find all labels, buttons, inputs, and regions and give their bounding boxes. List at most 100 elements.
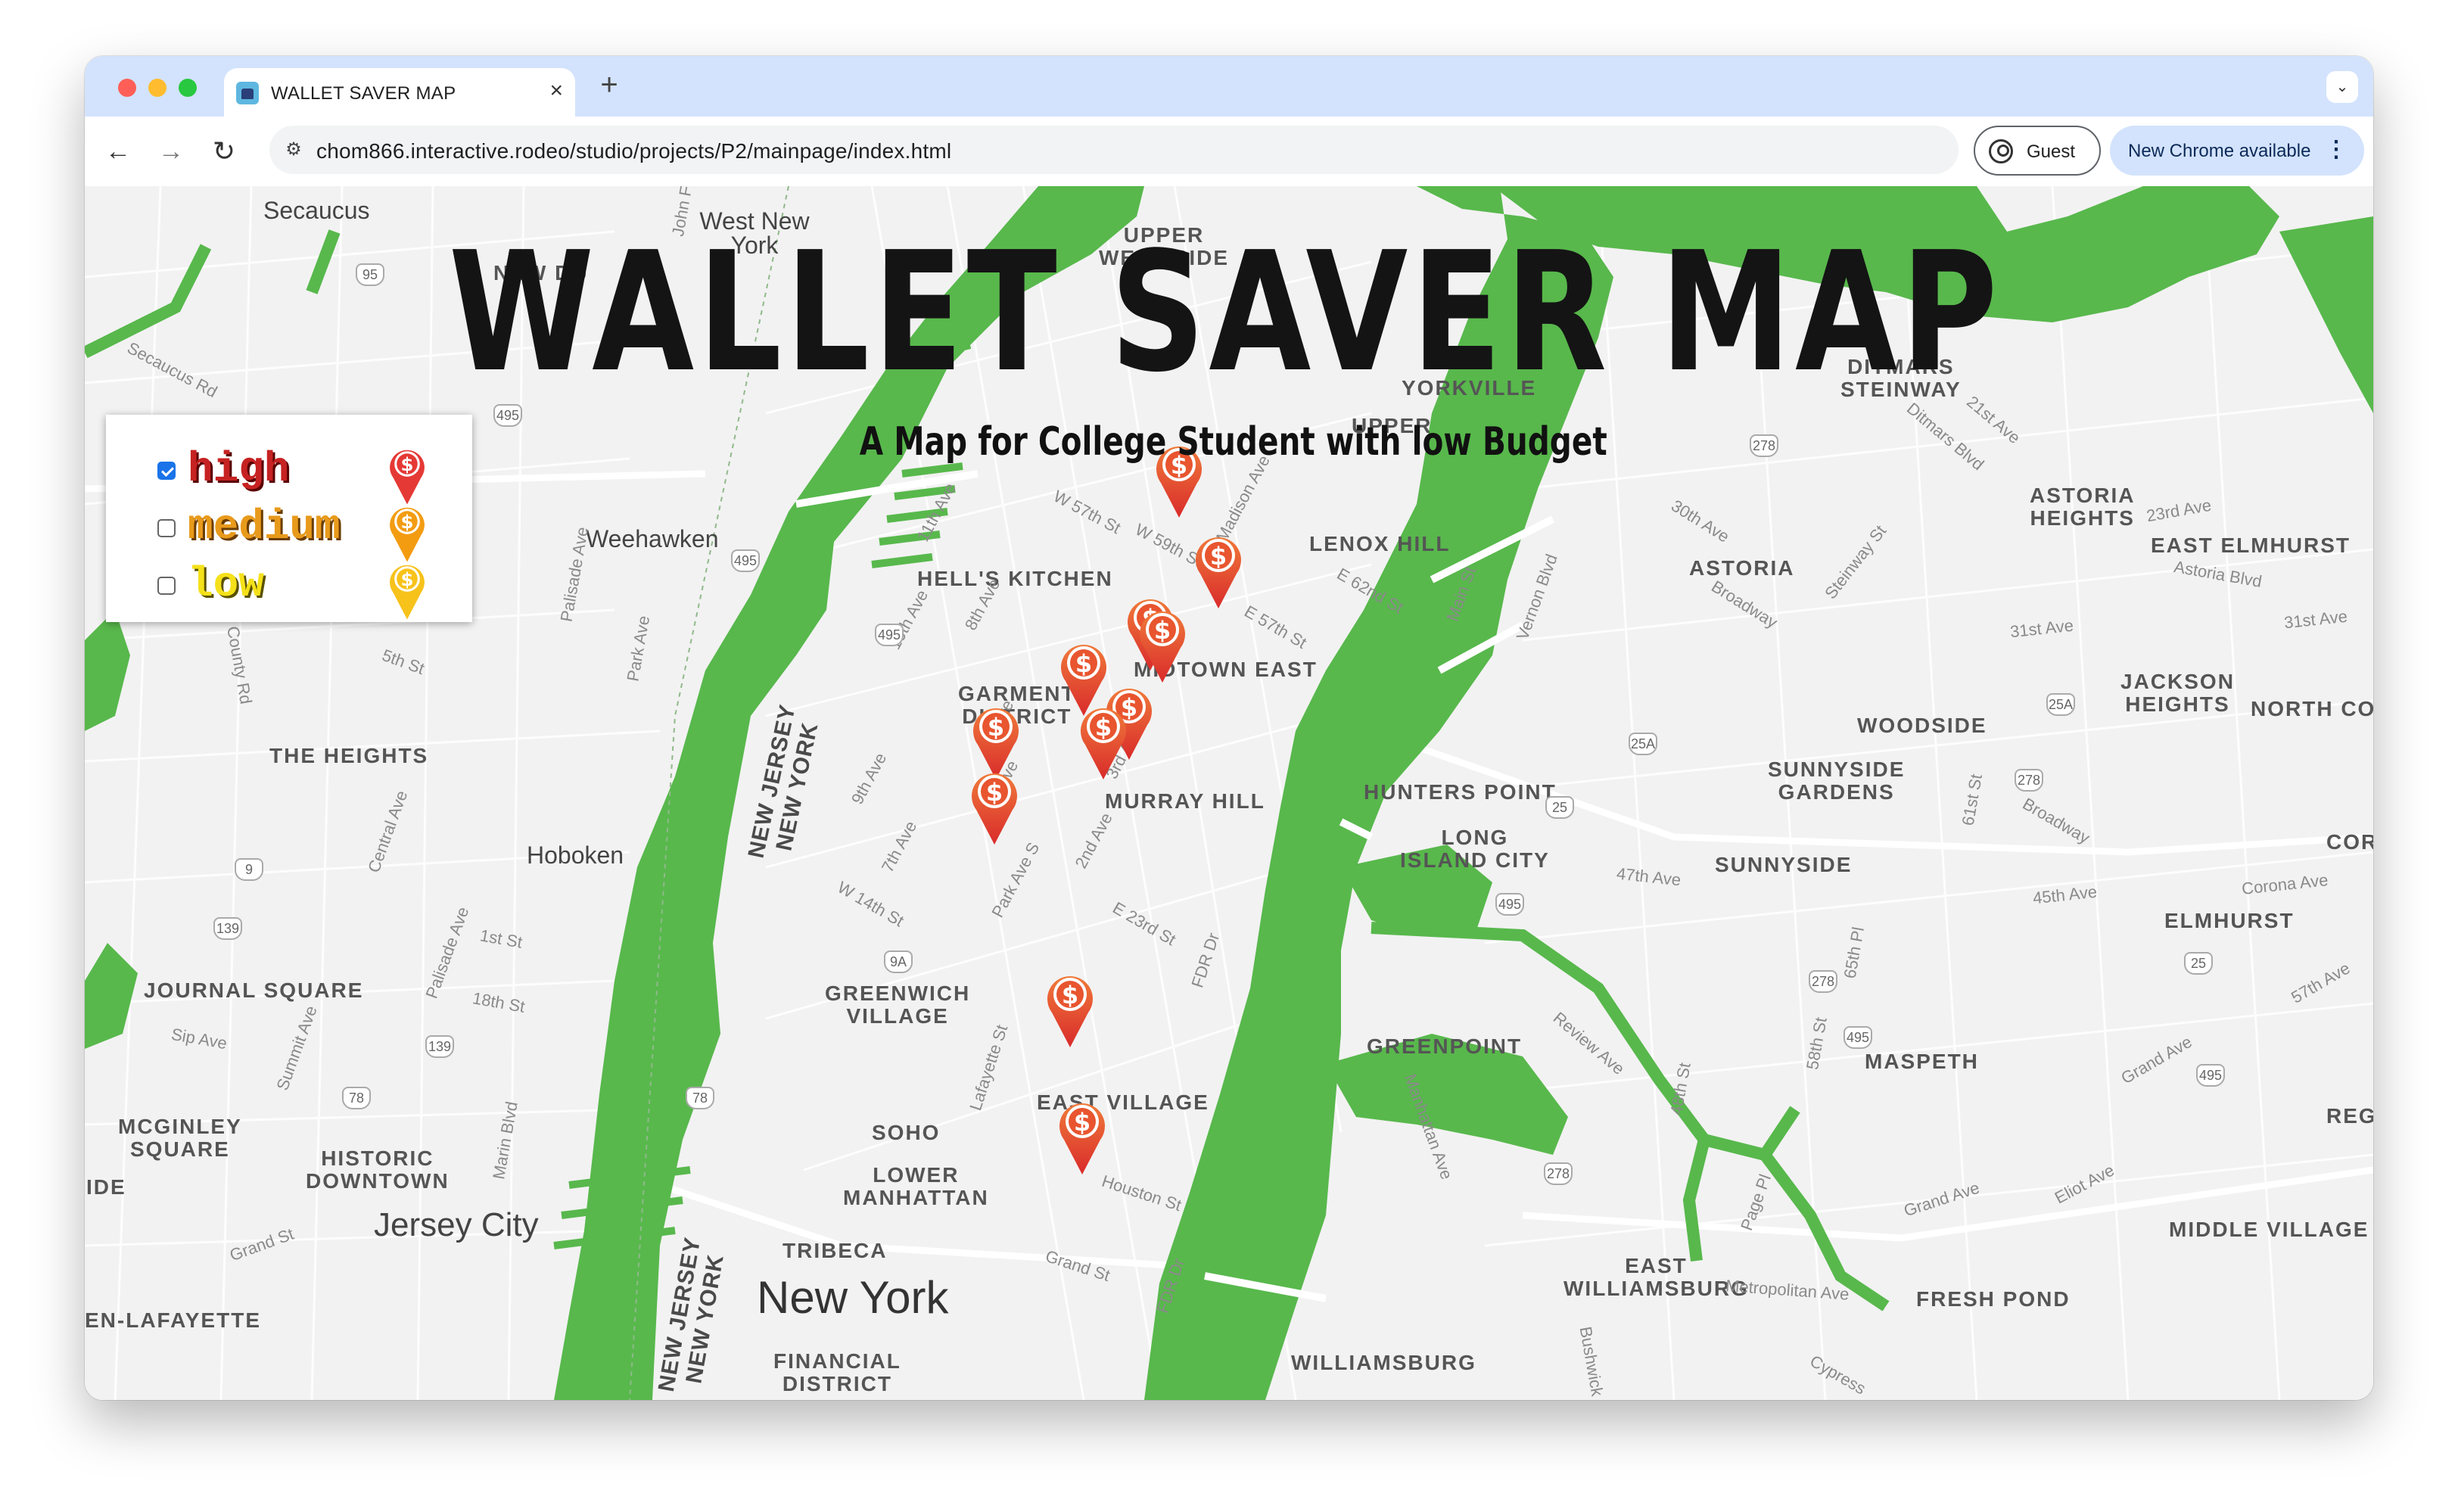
highway-shield: 495: [2196, 1064, 2225, 1087]
svg-text:$: $: [401, 568, 414, 590]
tab-wallet-saver-map[interactable]: WALLET SAVER MAP ×: [224, 68, 575, 117]
highway-shield: 25: [1545, 796, 1574, 819]
label-ridgewood: REG: [2326, 1104, 2373, 1128]
url-text[interactable]: chom866.interactive.rodeo/studio/project…: [316, 139, 951, 163]
label-fresh-pond: FRESH POND: [1916, 1287, 2071, 1311]
location-pin-5[interactable]: $: [1076, 698, 1131, 781]
label-lower-manhattan: LOWER MANHATTAN: [843, 1163, 989, 1209]
highway-shield: 139: [425, 1035, 454, 1058]
location-pin-11[interactable]: $: [1135, 601, 1190, 684]
highway-shield: 25A: [2046, 693, 2075, 716]
legend-label-medium: medium: [188, 502, 341, 551]
label-east-williamsburg: EAST WILLIAMSBURG: [1563, 1254, 1749, 1300]
svg-text:$: $: [1075, 649, 1092, 678]
label-soho: SOHO: [872, 1121, 941, 1144]
label-hunters-point: HUNTERS POINT: [1364, 780, 1557, 804]
label-sunnyside: SUNNYSIDE: [1715, 853, 1853, 876]
label-new-york: New York: [757, 1272, 949, 1323]
label-mcginley-square: MCGINLEY SQUARE: [118, 1115, 242, 1161]
back-button[interactable]: ←: [101, 135, 135, 168]
profile-icon: [1989, 139, 2013, 163]
label-murray-hill: MURRAY HILL: [1105, 789, 1265, 813]
tab-title: WALLET SAVER MAP: [271, 83, 456, 104]
browser-toolbar: ← → ↻ ⚙ chom866.interactive.rodeo/studio…: [85, 117, 2373, 186]
highway-shield: 139: [213, 917, 242, 940]
highway-shield: 278: [1544, 1162, 1573, 1185]
browser-window: WALLET SAVER MAP × + ⌄ ← → ↻ ⚙ chom866.i…: [85, 56, 2373, 1400]
highway-shield: 78: [686, 1087, 714, 1109]
label-woodside: WOODSIDE: [1857, 714, 1987, 737]
svg-text:$: $: [1095, 713, 1112, 742]
label-the-heights: THE HEIGHTS: [269, 744, 429, 767]
location-pin-7[interactable]: $: [967, 763, 1022, 846]
minimize-window-button[interactable]: [148, 79, 166, 97]
svg-text:$: $: [988, 713, 1004, 742]
low-checkbox[interactable]: [157, 577, 176, 595]
legend-label-low: low: [188, 560, 264, 608]
close-window-button[interactable]: [118, 79, 136, 97]
legend-row-medium[interactable]: medium $: [157, 499, 460, 562]
highway-shield: 495: [731, 549, 760, 572]
svg-text:$: $: [986, 778, 1003, 807]
label-middle-village: MIDDLE VILLAGE: [2169, 1218, 2369, 1241]
highway-shield: 25A: [1629, 733, 1657, 755]
label-ide: IDE: [86, 1175, 126, 1199]
highway-shield: 495: [1844, 1026, 1872, 1049]
highway-shield: 9A: [884, 950, 913, 973]
highway-shield: 495: [875, 624, 904, 646]
address-bar[interactable]: ⚙ chom866.interactive.rodeo/studio/proje…: [269, 126, 1959, 174]
svg-text:$: $: [1154, 616, 1171, 645]
label-sunnyside-gardens: SUNNYSIDE GARDENS: [1768, 758, 1906, 804]
page-title: WALLET SAVER MAP: [448, 217, 2002, 409]
label-tribeca: TRIBECA: [783, 1239, 888, 1262]
svg-text:$: $: [1062, 981, 1078, 1010]
label-jersey-city: Jersey City: [374, 1206, 539, 1243]
label-financial-district: FINANCIAL DISTRICT: [773, 1349, 901, 1395]
label-jackson-heights: JACKSON HEIGHTS: [2120, 670, 2235, 716]
highway-shield: 25: [2184, 952, 2213, 975]
dollar-pin-icon: $: [390, 507, 425, 562]
label-greenwich-village: GREENWICH VILLAGE: [825, 982, 971, 1028]
more-menu-icon[interactable]: ⋮: [2325, 135, 2348, 165]
legend-label-high: high: [188, 445, 290, 493]
page-subtitle: A Map for College Student with low Budge…: [859, 419, 1607, 465]
svg-text:$: $: [1210, 542, 1227, 571]
highway-shield: 495: [1495, 893, 1524, 916]
tab-search-button[interactable]: ⌄: [2326, 71, 2358, 103]
tab-close-icon[interactable]: ×: [549, 79, 563, 103]
favicon-icon: [236, 82, 259, 104]
location-pin-8[interactable]: $: [1043, 966, 1097, 1049]
update-label: New Chrome available: [2128, 141, 2311, 161]
highway-shield: 278: [2015, 769, 2043, 792]
location-pin-1[interactable]: $: [1191, 527, 1246, 610]
guest-profile-button[interactable]: Guest: [1974, 126, 2101, 176]
label-maspeth: MASPETH: [1865, 1050, 1979, 1073]
label-weehawken: Weehawken: [586, 525, 719, 552]
site-info-icon[interactable]: ⚙: [282, 138, 306, 162]
label-corona: COR: [2326, 830, 2373, 854]
label-long-island-city: LONG ISLAND CITY: [1400, 826, 1550, 872]
high-checkbox[interactable]: [157, 462, 176, 480]
medium-checkbox[interactable]: [157, 519, 176, 537]
svg-text:$: $: [401, 511, 414, 533]
reload-button[interactable]: ↻: [207, 135, 241, 168]
map-viewport[interactable]: Secaucus West New York NEW DU UPPER WEST…: [85, 186, 2373, 1400]
svg-text:$: $: [401, 453, 414, 475]
label-elmhurst: ELMHURST: [2164, 909, 2295, 932]
label-north-corona: NORTH CO: [2251, 697, 2373, 720]
label-historic-downtown: HISTORIC DOWNTOWN: [306, 1146, 450, 1193]
legend-row-high[interactable]: high $: [157, 442, 460, 505]
label-secaucus: Secaucus: [263, 197, 370, 224]
legend-row-low[interactable]: low $: [157, 557, 460, 620]
dollar-pin-icon: $: [390, 565, 425, 620]
location-pin-9[interactable]: $: [1055, 1093, 1109, 1176]
new-tab-button[interactable]: +: [590, 65, 628, 104]
label-astoria: ASTORIA: [1689, 556, 1795, 580]
forward-button[interactable]: →: [154, 135, 188, 168]
label-williamsburg: WILLIAMSBURG: [1291, 1351, 1476, 1374]
label-lenox-hill: LENOX HILL: [1309, 532, 1451, 555]
label-journal-square: JOURNAL SQUARE: [144, 978, 364, 1002]
zoom-window-button[interactable]: [179, 79, 197, 97]
label-en-lafayette: EN-LAFAYETTE: [85, 1308, 261, 1332]
update-chrome-button[interactable]: New Chrome available ⋮: [2110, 126, 2364, 176]
